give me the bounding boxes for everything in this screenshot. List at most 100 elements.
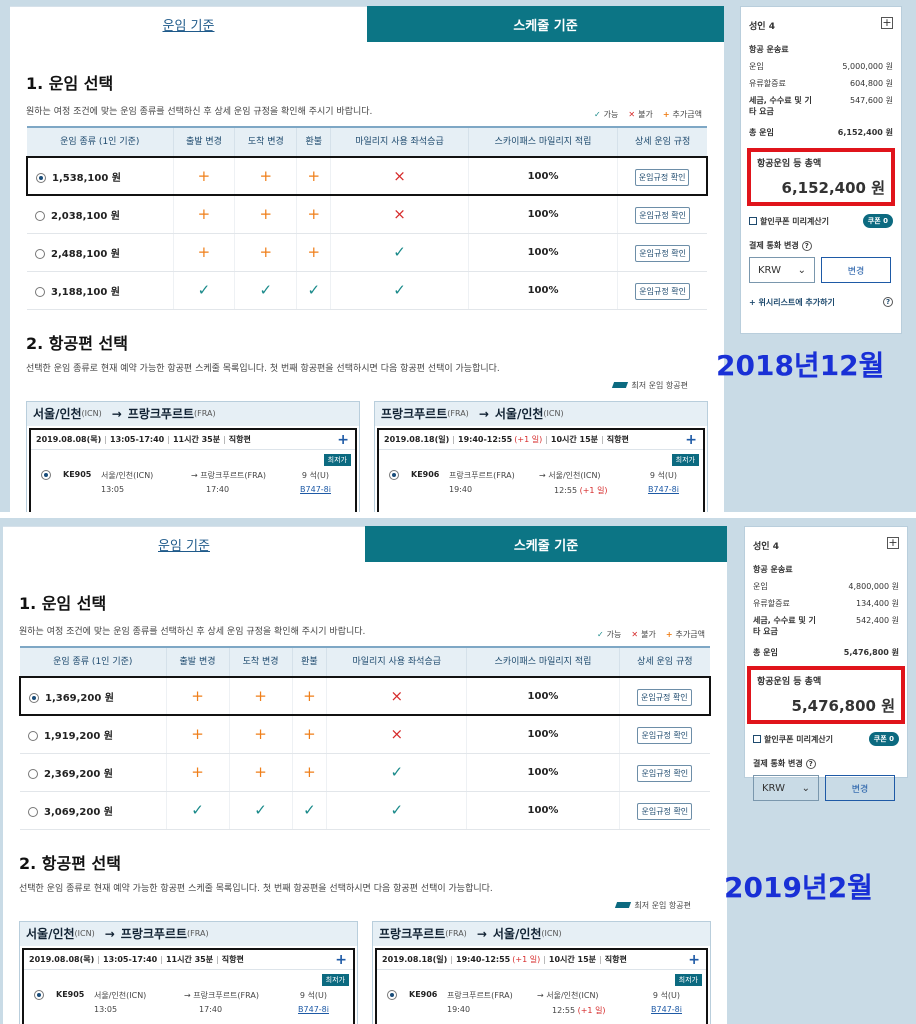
fare-rule-button[interactable]: 운임규정 확인 [635, 283, 690, 300]
arrow-right-icon: → [184, 990, 194, 1000]
fare-rule-cell: 운임규정 확인 [618, 676, 711, 716]
plus-icon: + [197, 205, 211, 224]
change-currency-button[interactable]: 변경 [825, 775, 895, 801]
coupon-badge[interactable]: 쿠폰 0 [862, 214, 893, 228]
add-plus-icon[interactable]: + [335, 952, 347, 968]
currency-select[interactable]: KRW ⌄ [749, 257, 815, 283]
flight-radio[interactable] [41, 469, 51, 480]
route-header: 프랑크푸르트 (FRA) → 서울/인천 (ICN) [373, 921, 710, 946]
fare-row[interactable]: 1,369,200 원 + + + × 100% 운임규정 확인 [19, 676, 711, 716]
arrival-change-cell: + [234, 233, 297, 272]
fare-option[interactable]: 3,188,100 원 [27, 271, 173, 310]
fare-rule-button[interactable]: 운임규정 확인 [634, 169, 690, 186]
flight-option-selected[interactable]: 2019.08.08(목) | 13:05-17:40 | 11시간 35분 | 직항편 + 최… [22, 947, 355, 1024]
fare-radio[interactable] [35, 248, 45, 259]
fare-row[interactable]: 1,919,200 원 + + + × 100% 운임규정 확인 [20, 715, 710, 754]
currency-select[interactable]: KRW ⌄ [753, 775, 819, 801]
fare-rule-button[interactable]: 운임규정 확인 [637, 803, 693, 820]
fare-rule-button[interactable]: 운임규정 확인 [636, 689, 692, 706]
refund-cell: + [296, 156, 331, 196]
aircraft-link[interactable]: B747-8i [298, 1005, 329, 1014]
fare-rule-cell: 운임규정 확인 [617, 156, 709, 196]
grand-total-box: 항공운임 등 총액 6,152,400 원 [747, 148, 895, 206]
fare-row[interactable]: 1,538,100 원 + + + × 100% 운임규정 확인 [26, 156, 709, 196]
fare-radio[interactable] [29, 692, 39, 703]
plus-icon: + [197, 243, 211, 261]
coupon-calculator-link[interactable]: 할인쿠폰 미리계산기 [753, 734, 833, 745]
arrow-right-icon: → [191, 470, 201, 480]
fare-row[interactable]: 2,369,200 원 + + + ✓ 100% 운임규정 확인 [20, 753, 710, 792]
change-currency-button[interactable]: 변경 [821, 257, 891, 283]
fare-radio[interactable] [36, 172, 46, 183]
expand-plus-icon[interactable]: + [881, 17, 893, 29]
fare-option[interactable]: 1,538,100 원 [26, 156, 173, 196]
separator: | [599, 954, 602, 964]
tab-schedule-basis[interactable]: 스케줄 기준 [367, 6, 724, 42]
flight-radio[interactable] [387, 989, 397, 1000]
plus-icon: + [303, 763, 316, 781]
check-icon: ✓ [197, 281, 211, 299]
arrival-change-cell: + [228, 676, 293, 716]
fare-row[interactable]: 3,188,100 원 ✓ ✓ ✓ ✓ 100% 운임규정 확인 [27, 271, 707, 310]
fare-option[interactable]: 2,369,200 원 [20, 753, 166, 792]
fare-rule-button[interactable]: 운임규정 확인 [637, 727, 693, 745]
expand-plus-icon[interactable]: + [887, 537, 899, 549]
fare-table: 운임 종류 (1인 기준) 출발 변경 도착 변경 환불 마일리지 사용 좌석승급 스카이… [19, 646, 711, 830]
tab-fare-basis[interactable]: 운임 기준 [10, 6, 367, 42]
fare-option[interactable]: 2,488,100 원 [27, 233, 173, 272]
fare-row[interactable]: 2,488,100 원 + + + ✓ 100% 운임규정 확인 [27, 233, 707, 272]
check-icon: ✓ [259, 281, 273, 299]
help-icon[interactable]: ? [801, 241, 812, 251]
fare-option[interactable]: 2,038,100 원 [27, 195, 173, 234]
grand-total-value: 5,476,800 원 [791, 697, 895, 715]
fare-radio[interactable] [28, 730, 38, 741]
tab-schedule-basis[interactable]: 스케줄 기준 [365, 526, 727, 562]
coupon-calculator-link[interactable]: 할인쿠폰 미리계산기 [749, 216, 829, 227]
fare-option[interactable]: 1,919,200 원 [20, 715, 166, 754]
flight-detail: KE906 프랑크푸르트(FRA) 19:40 → 서울/인천(ICN) 12:55 (… [389, 468, 697, 508]
fare-option[interactable]: 1,369,200 원 [19, 676, 166, 716]
flight-section-title: 2. 항공편 선택 [19, 853, 121, 873]
wishlist-row[interactable]: + 위시리스트에 추가하기? [749, 297, 893, 308]
check-icon: ✓ [596, 630, 604, 639]
upgrade-cell: ✓ [326, 753, 467, 792]
flight-option-selected[interactable]: 2019.08.18(일) | 19:40-12:55 (+1 일) | 10시간 15분… [375, 947, 708, 1024]
fare-option[interactable]: 3,069,200 원 [20, 791, 166, 830]
flight-option-selected[interactable]: 2019.08.18(일) | 19:40-12:55 (+1 일) | 10시간 15분… [377, 427, 705, 512]
fare-radio[interactable] [35, 210, 45, 221]
route-from: 서울/인천 [33, 407, 82, 421]
plus-icon: + [307, 243, 321, 261]
help-icon[interactable]: ? [883, 297, 893, 307]
help-icon[interactable]: ? [805, 759, 816, 769]
aircraft-link[interactable]: B747-8i [648, 485, 679, 494]
fare-rule-button[interactable]: 운임규정 확인 [635, 207, 690, 225]
fare-row[interactable]: 2,038,100 원 + + + × 100% 운임규정 확인 [27, 195, 707, 234]
plus-icon: + [307, 205, 321, 224]
refund-cell: ✓ [296, 271, 331, 310]
fare-rule-button[interactable]: 운임규정 확인 [637, 765, 693, 782]
flight-radio[interactable] [34, 989, 44, 1000]
check-icon: ✓ [191, 801, 204, 819]
fare-radio[interactable] [28, 806, 38, 817]
add-plus-icon[interactable]: + [337, 432, 349, 448]
coupon-badge[interactable]: 쿠폰 0 [868, 732, 899, 746]
add-plus-icon[interactable]: + [688, 952, 700, 968]
tab-fare-basis[interactable]: 운임 기준 [3, 526, 365, 562]
separator: | [601, 434, 604, 444]
route-to: 프랑크푸르트 [127, 407, 195, 421]
arrival-change-cell: ✓ [228, 791, 293, 830]
flight-radio[interactable] [389, 469, 399, 480]
currency-value: KRW [758, 264, 781, 276]
aircraft-link[interactable]: B747-8i [651, 1005, 682, 1014]
flight-option-selected[interactable]: 2019.08.08(목) | 13:05-17:40 | 11시간 35분 | 직항편 + 최… [29, 427, 357, 512]
departure-change-cell: + [165, 676, 230, 716]
arrow-right-icon: → [478, 406, 489, 421]
add-plus-icon[interactable]: + [685, 432, 697, 448]
fare-radio[interactable] [28, 768, 38, 779]
arrow-right-icon: → [111, 406, 122, 421]
flight-time: 13:05-17:40 [103, 954, 158, 964]
fare-rule-button[interactable]: 운임규정 확인 [635, 245, 690, 262]
aircraft-link[interactable]: B747-8i [300, 485, 331, 494]
fare-radio[interactable] [35, 286, 45, 297]
fare-row[interactable]: 3,069,200 원 ✓ ✓ ✓ ✓ 100% 운임규정 확인 [20, 791, 710, 830]
